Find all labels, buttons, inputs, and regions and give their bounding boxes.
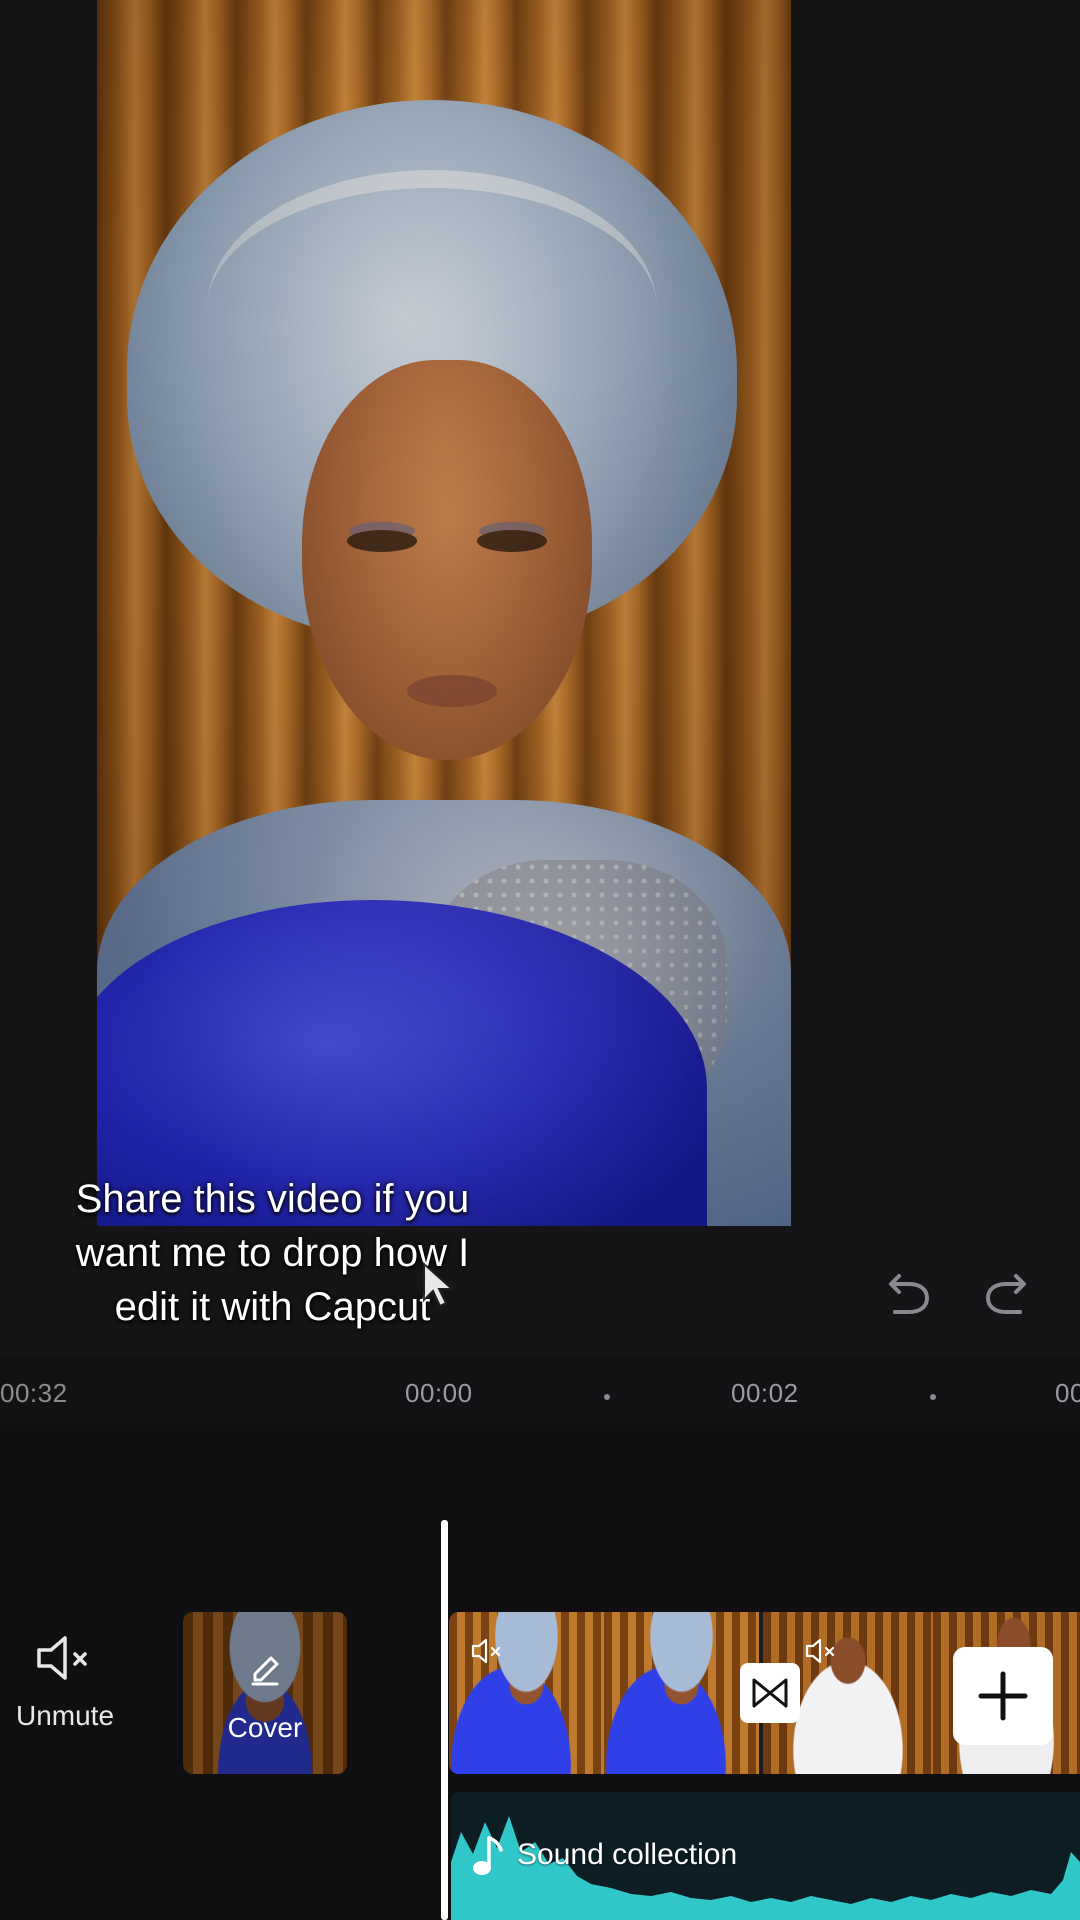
playhead[interactable] <box>441 1520 448 1920</box>
speaker-muted-icon <box>37 1636 87 1680</box>
pencil-icon <box>251 1656 279 1686</box>
clip-muted-icon <box>805 1638 835 1664</box>
tick-label: 00:02 <box>731 1378 799 1408</box>
tick-dot <box>604 1394 610 1400</box>
tick-dot <box>930 1394 936 1400</box>
mouse-cursor-icon <box>423 1262 455 1308</box>
unmute-button[interactable]: Unmute <box>0 1632 130 1732</box>
tick-label: 00 <box>1055 1378 1080 1408</box>
audio-track-label: Sound collection <box>517 1838 738 1871</box>
time-ruler[interactable] <box>0 1355 1080 1425</box>
undo-icon[interactable] <box>883 1268 935 1320</box>
preview-frame <box>97 0 791 1226</box>
plus-icon <box>978 1671 1028 1721</box>
clip-muted-icon <box>471 1638 501 1664</box>
cover-label: Cover <box>227 1712 303 1743</box>
unmute-label: Unmute <box>15 1700 115 1731</box>
add-clip-button[interactable] <box>953 1647 1053 1745</box>
capcut-editor-screen: Share this video if you want me to drop … <box>0 0 1080 1920</box>
bowtie-transition-icon <box>752 1678 788 1708</box>
audio-track[interactable]: Sound collection <box>451 1792 1080 1920</box>
total-duration: 00:32 <box>0 1378 68 1408</box>
redo-icon[interactable] <box>980 1268 1032 1320</box>
transition-button[interactable] <box>740 1663 800 1723</box>
video-preview[interactable] <box>0 0 1080 1355</box>
tick-label: 00:00 <box>405 1378 473 1408</box>
cover-button[interactable]: Cover <box>183 1612 347 1774</box>
music-note-icon <box>473 1836 503 1875</box>
clip-thumbnail <box>604 1612 759 1774</box>
